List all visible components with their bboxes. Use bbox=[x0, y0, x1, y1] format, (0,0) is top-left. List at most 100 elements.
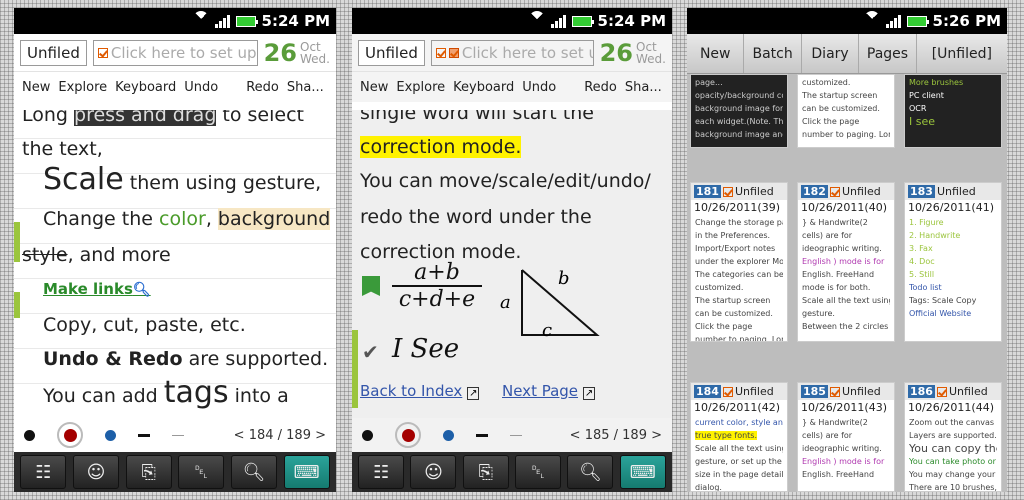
color-blue[interactable] bbox=[105, 429, 116, 441]
page-thumbnail[interactable]: 184 Unfiled 10/26/2011(42) current color,… bbox=[690, 382, 788, 492]
triangle-label-c: c bbox=[542, 320, 553, 341]
text-line: the text, bbox=[22, 138, 103, 160]
checkbox-icon bbox=[435, 47, 446, 58]
page-pager[interactable]: < 185 / 189 > bbox=[570, 428, 662, 443]
menu-redo[interactable]: Redo bbox=[218, 80, 279, 95]
color-red-selected[interactable] bbox=[57, 422, 83, 448]
clipboard-icon: ⎘ bbox=[478, 461, 494, 483]
back-to-index-link[interactable]: Back to Index ↗ bbox=[360, 382, 480, 400]
text-line: Long press and drag to select bbox=[22, 110, 304, 126]
page-thumbnail[interactable]: page... opacity/background color, backgr… bbox=[690, 74, 788, 148]
text-line: Undo & Redo are supported. bbox=[43, 348, 329, 370]
menu-new[interactable]: New bbox=[14, 80, 50, 95]
triangle-label-b: b bbox=[558, 268, 570, 289]
emoji-button[interactable]: ☺ bbox=[410, 455, 457, 489]
brush-thin[interactable] bbox=[510, 434, 522, 436]
brush-thick[interactable] bbox=[138, 433, 150, 437]
grid-view-button[interactable]: ☷ bbox=[358, 455, 405, 489]
page-pager[interactable]: < 184 / 189 > bbox=[234, 428, 326, 443]
wifi-icon bbox=[529, 15, 545, 27]
keyboard-button[interactable]: ⌨ bbox=[619, 455, 666, 489]
grid-icon: ☷ bbox=[373, 461, 390, 483]
keyboard-icon: ⌨ bbox=[629, 461, 656, 483]
menu-undo[interactable]: Undo bbox=[176, 80, 218, 95]
emoji-button[interactable]: ☺ bbox=[72, 455, 119, 489]
color-black[interactable] bbox=[362, 429, 373, 441]
color-blue[interactable] bbox=[443, 429, 454, 441]
tab-unfiled[interactable]: [Unfiled] bbox=[917, 34, 1007, 73]
grid-view-button[interactable]: ☷ bbox=[20, 455, 67, 489]
keyboard-button[interactable]: ⌨ bbox=[283, 455, 330, 489]
reminder-field[interactable]: Click here to set u... bbox=[430, 39, 594, 66]
external-link-icon: ↗ bbox=[582, 387, 596, 400]
wifi-icon bbox=[193, 15, 209, 27]
color-red-selected[interactable] bbox=[395, 422, 421, 448]
search-icon: 🔍︎ bbox=[132, 282, 151, 298]
status-bar: 5:24 PM bbox=[14, 8, 336, 34]
battery-icon bbox=[235, 15, 258, 27]
page-thumbnail[interactable]: customized. The startup screen can be cu… bbox=[797, 74, 895, 148]
text-line: single word will start the bbox=[360, 110, 594, 124]
tab-pages[interactable]: Pages bbox=[859, 34, 917, 73]
note-canvas[interactable]: single word will start the correction mo… bbox=[352, 110, 672, 418]
menu-bar: New Explore Keyboard Undo Redo Sha... bbox=[14, 72, 336, 102]
smiley-icon: ☺ bbox=[424, 461, 443, 483]
date-month: Oct bbox=[300, 39, 321, 54]
menu-keyboard[interactable]: Keyboard bbox=[107, 80, 176, 95]
date-weekday: Wed. bbox=[300, 51, 330, 66]
brush-thick[interactable] bbox=[476, 433, 488, 437]
brush-thin[interactable] bbox=[172, 434, 184, 436]
date-day: 26 bbox=[599, 38, 634, 67]
menu-undo[interactable]: Undo bbox=[514, 80, 556, 95]
menu-redo[interactable]: Redo bbox=[556, 80, 617, 95]
page-thumbnail[interactable]: 185 Unfiled 10/26/2011(43) } & Handwrite(… bbox=[797, 382, 895, 492]
folder-selector[interactable]: Unfiled bbox=[20, 39, 87, 66]
page-grid: page... opacity/background color, backgr… bbox=[687, 74, 1007, 492]
magnifier-icon: 🔍︎ bbox=[242, 461, 266, 483]
search-button[interactable]: 🔍︎ bbox=[230, 455, 277, 489]
tab-diary[interactable]: Diary bbox=[802, 34, 860, 73]
page-thumbnail[interactable]: 183 Unfiled 10/26/2011(41) 1. Figure 2. H… bbox=[904, 182, 1002, 342]
tab-new[interactable]: New bbox=[687, 34, 745, 73]
battery-icon bbox=[906, 15, 929, 27]
reminder-field[interactable]: Click here to set up... bbox=[92, 39, 258, 66]
menu-share[interactable]: Sha... bbox=[279, 80, 324, 95]
menu-explore[interactable]: Explore bbox=[388, 80, 445, 95]
page-thumbnail[interactable]: 181 Unfiled 10/26/2011(39) Change the sto… bbox=[690, 182, 788, 342]
paste-button[interactable]: ⎘ bbox=[125, 455, 172, 489]
status-time: 5:26 PM bbox=[932, 12, 1001, 30]
menu-new[interactable]: New bbox=[352, 80, 388, 95]
handwritten-triangle bbox=[521, 269, 600, 336]
grid-icon: ☷ bbox=[35, 461, 52, 483]
battery-icon bbox=[571, 15, 594, 27]
delete-button[interactable]: ␡ bbox=[178, 455, 225, 489]
page-thumbnail[interactable]: 182 Unfiled 10/26/2011(40) } & Handwrite(… bbox=[797, 182, 895, 342]
delete-button[interactable]: ␡ bbox=[515, 455, 562, 489]
next-page-link[interactable]: Next Page ↗ bbox=[502, 382, 596, 400]
page-thumbnail[interactable]: More brushes PC client OCR I see bbox=[904, 74, 1002, 148]
link-make-links[interactable]: Make links🔍︎ bbox=[43, 280, 151, 298]
tab-batch[interactable]: Batch bbox=[744, 34, 802, 73]
text-line: style, and more bbox=[22, 244, 171, 266]
text-line: Change the color, background bbox=[43, 208, 331, 230]
text-line: You can move/scale/edit/undo/ bbox=[360, 170, 651, 192]
date-display: 26 Oct Wed. bbox=[264, 39, 330, 67]
menu-explore[interactable]: Explore bbox=[50, 80, 107, 95]
signal-icon bbox=[885, 14, 901, 28]
reminder-placeholder: Click here to set u... bbox=[461, 43, 593, 62]
note-canvas[interactable]: Long press and drag to select the text, … bbox=[14, 110, 336, 418]
color-black[interactable] bbox=[24, 429, 35, 441]
date-display: 26 Oct Wed. bbox=[600, 39, 666, 67]
menu-keyboard[interactable]: Keyboard bbox=[445, 80, 514, 95]
screen-1: 5:24 PM Unfiled Click here to set up... … bbox=[14, 8, 336, 492]
folder-selector[interactable]: Unfiled bbox=[358, 39, 425, 66]
search-button[interactable]: 🔍︎ bbox=[567, 455, 614, 489]
reminder-placeholder: Click here to set up... bbox=[110, 43, 258, 62]
bottom-toolbar: ☷ ☺ ⎘ ␡ 🔍︎ ⌨ bbox=[14, 452, 336, 492]
wifi-icon bbox=[864, 15, 880, 27]
smiley-icon: ☺ bbox=[86, 461, 106, 483]
page-thumbnail[interactable]: 186 Unfiled 10/26/2011(44) Zoom out the c… bbox=[904, 382, 1002, 492]
trash-icon: ␡ bbox=[194, 461, 209, 483]
menu-share[interactable]: Sha... bbox=[617, 80, 662, 95]
paste-button[interactable]: ⎘ bbox=[462, 455, 509, 489]
